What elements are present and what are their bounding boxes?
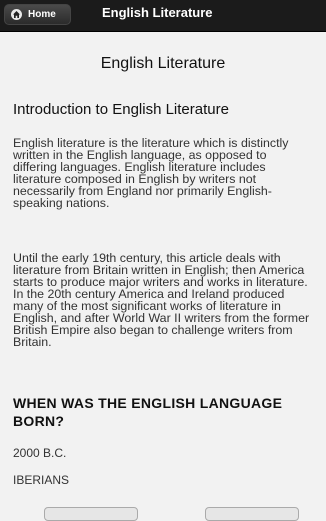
intro-paragraph: English literature is the literature whi… <box>13 136 289 210</box>
home-button[interactable]: Home <box>4 4 71 25</box>
home-button-label: Home <box>28 9 56 20</box>
page-title: English Literature <box>100 55 226 72</box>
app-header: Home English Literature <box>0 0 326 32</box>
nav-button-right[interactable] <box>205 507 299 521</box>
section-heading: Introduction to English Literature <box>13 101 229 118</box>
nav-button-left[interactable] <box>44 507 138 521</box>
header-title: English Literature <box>102 5 213 20</box>
quiz-answer-option[interactable]: 2000 B.C. <box>13 446 66 460</box>
quiz-answer-option[interactable]: IBERIANS <box>13 473 69 487</box>
quiz-question: WHEN WAS THE ENGLISH LANGUAGE BORN? <box>13 395 283 429</box>
history-paragraph: Until the early 19th century, this artic… <box>13 251 310 349</box>
home-icon <box>11 9 22 20</box>
